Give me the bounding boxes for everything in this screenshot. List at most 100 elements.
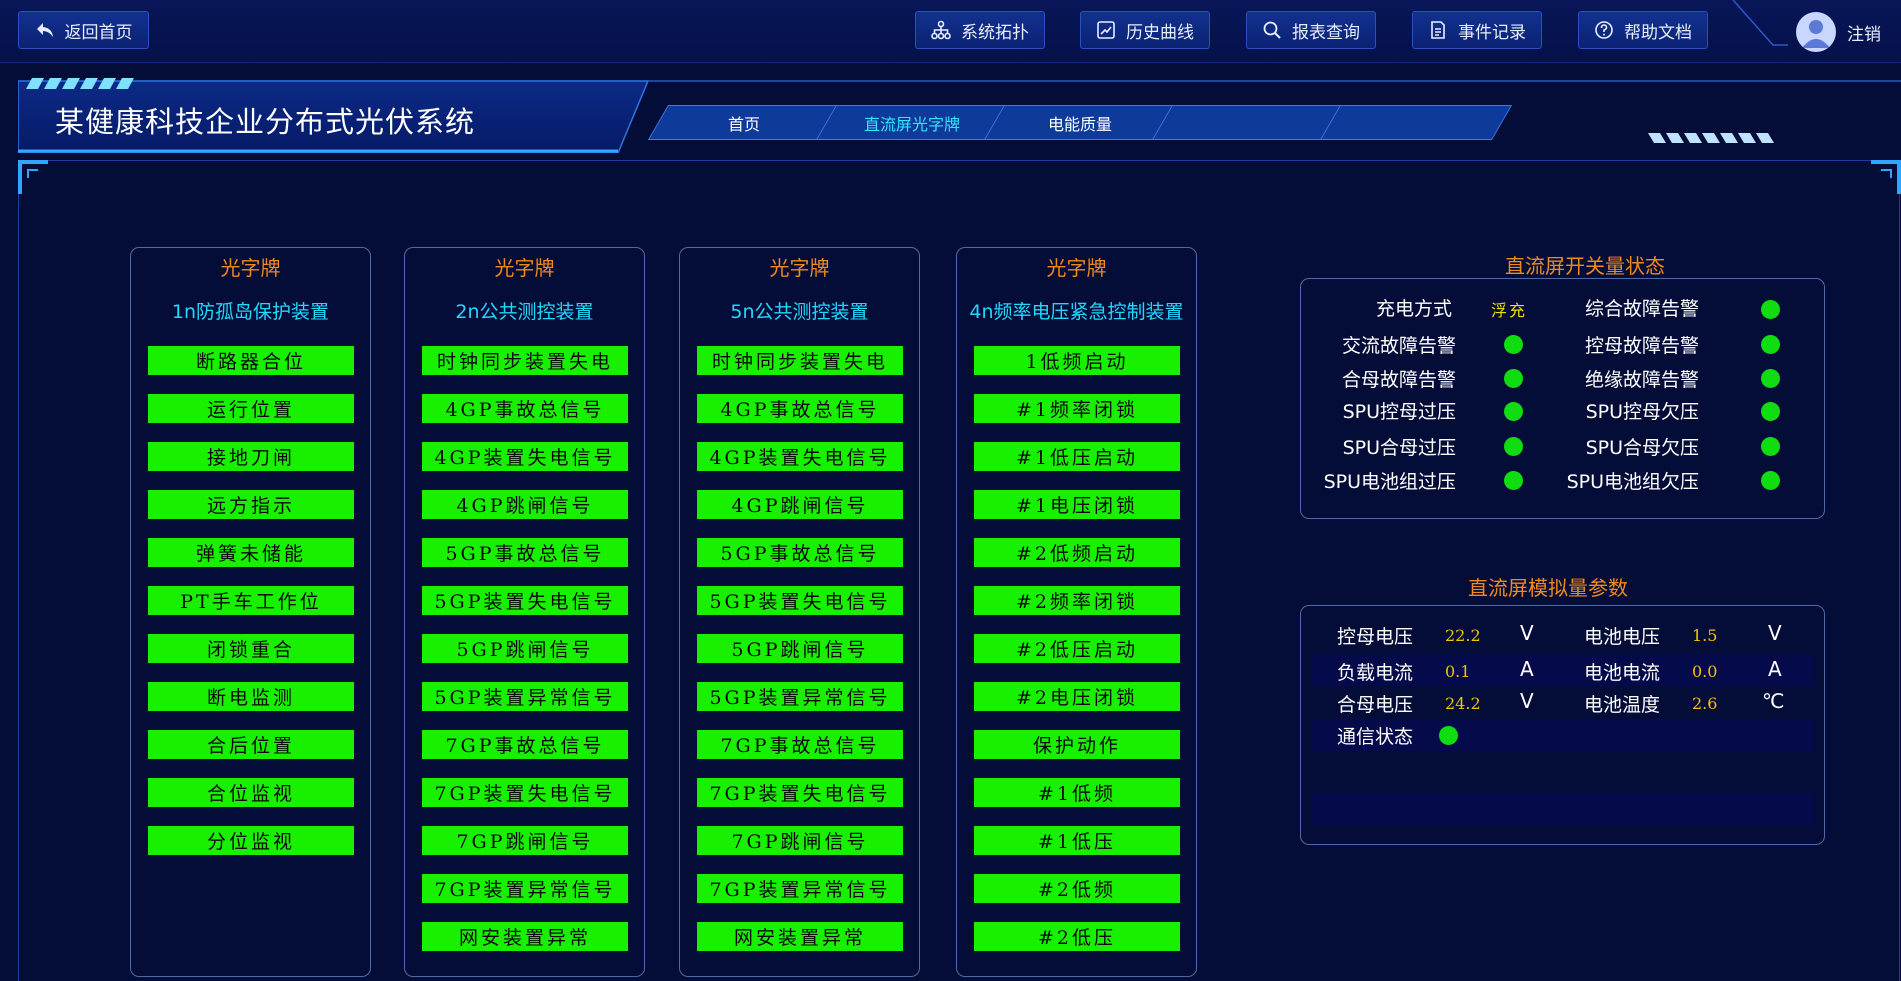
switch-status-panel: 充电方式 浮充 交流故障告警 合母故障告警 SPU控母过压 SPU合母过压 SP… [1300,278,1825,519]
signal-indicator: 时钟同步装置失电 [697,346,903,375]
help-icon [1595,21,1613,39]
param-value: 0.1 [1445,662,1471,681]
signal-indicator: 7GP装置异常信号 [697,874,903,903]
param-unit: A [1768,657,1782,681]
param-label: 控母电压 [1337,626,1414,648]
back-home-label: 返回首页 [64,22,133,43]
signal-indicator: #1低压启动 [974,442,1180,471]
tab-empty-1[interactable] [1151,105,1345,140]
param-unit: V [1520,689,1534,713]
param-value: 22.2 [1445,626,1481,645]
column-subtitle: 4n频率电压紧急控制装置 [969,301,1184,323]
status-indicator [1761,300,1780,319]
switch-label: 交流故障告警 [1341,335,1456,357]
param-unit: ℃ [1762,689,1785,713]
switch-label: 综合故障告警 [1584,298,1699,320]
signal-indicator: 断路器合位 [148,346,354,375]
signal-indicator: 时钟同步装置失电 [422,346,628,375]
signal-column-4n: 光字牌 4n频率电压紧急控制装置 1低频启动 #1频率闭锁 #1低压启动 #1电… [956,247,1197,977]
signal-indicator: #2低频 [974,874,1180,903]
signal-indicator: #1低压 [974,826,1180,855]
comm-status-label: 通信状态 [1337,726,1414,748]
history-curve-label: 历史曲线 [1126,22,1194,43]
signal-indicator: 网安装置异常 [697,922,903,951]
param-label: 负载电流 [1337,662,1414,684]
tab-power-quality[interactable]: 电能质量 [983,105,1177,140]
help-doc-label: 帮助文档 [1624,22,1692,43]
signal-indicator: 5GP跳闸信号 [422,634,628,663]
report-query-label: 报表查询 [1292,22,1360,43]
analog-panel-title: 直流屏模拟量参数 [1468,576,1628,600]
switch-label: SPU电池组欠压 [1566,471,1699,493]
signal-indicator: PT手车工作位 [148,586,354,615]
tab-empty-2[interactable] [1319,105,1513,140]
signal-indicator: 4GP跳闸信号 [422,490,628,519]
signal-indicator: 5GP装置失电信号 [697,586,903,615]
param-unit: V [1768,621,1782,645]
signal-indicator: 5GP跳闸信号 [697,634,903,663]
signal-indicator: #2低频启动 [974,538,1180,567]
status-indicator [1761,369,1780,388]
signal-indicator: 合后位置 [148,730,354,759]
help-doc-button[interactable]: 帮助文档 [1578,11,1708,49]
history-curve-button[interactable]: 历史曲线 [1080,11,1210,49]
param-label: 电池温度 [1584,694,1661,716]
signal-indicator: #1频率闭锁 [974,394,1180,423]
frame-corner-decoration [18,160,1901,194]
signal-indicator: 7GP装置失电信号 [697,778,903,807]
signal-indicator: 4GP装置失电信号 [697,442,903,471]
status-indicator [1761,402,1780,421]
report-query-button[interactable]: 报表查询 [1246,11,1376,49]
param-label: 合母电压 [1337,694,1414,716]
signal-indicator: 4GP事故总信号 [422,394,628,423]
signal-indicator: #2频率闭锁 [974,586,1180,615]
signal-indicator: 保护动作 [974,730,1180,759]
signal-indicator: 4GP事故总信号 [697,394,903,423]
logout-link[interactable]: 注销 [1847,20,1881,45]
param-label: 电池电压 [1584,626,1661,648]
back-home-button[interactable]: 返回首页 [18,11,149,49]
tab-dc-panel-signals[interactable]: 直流屏光字牌 [815,105,1009,140]
signal-indicator: 7GP事故总信号 [422,730,628,759]
tab-home[interactable]: 首页 [647,105,841,140]
comm-status-indicator [1439,726,1458,745]
signal-indicator: #1电压闭锁 [974,490,1180,519]
signal-indicator: 7GP装置失电信号 [422,778,628,807]
switch-label: 合母故障告警 [1341,369,1456,391]
switch-panel-title: 直流屏开关量状态 [1505,254,1665,278]
switch-label: SPU电池组过压 [1323,471,1456,493]
switch-label: SPU合母欠压 [1585,437,1699,459]
topology-button[interactable]: 系统拓扑 [915,11,1045,49]
event-log-button[interactable]: 事件记录 [1412,11,1542,49]
status-indicator [1761,335,1780,354]
signal-column-2n: 光字牌 2n公共测控装置 时钟同步装置失电 4GP事故总信号 4GP装置失电信号… [404,247,645,977]
tab-home-label: 首页 [727,114,760,134]
switch-label: 绝缘故障告警 [1584,369,1699,391]
signal-indicator: 断电监测 [148,682,354,711]
signal-indicator: 4GP装置失电信号 [422,442,628,471]
signal-indicator: 5GP装置失电信号 [422,586,628,615]
switch-label: 控母故障告警 [1584,335,1699,357]
signal-indicator: 接地刀闸 [148,442,354,471]
status-indicator [1761,471,1780,490]
tab-power-quality-label: 电能质量 [1047,114,1112,134]
signal-indicator: 合位监视 [148,778,354,807]
column-title: 光字牌 [220,256,281,280]
signal-indicator: 7GP跳闸信号 [697,826,903,855]
signal-indicator: 5GP事故总信号 [697,538,903,567]
signal-indicator: 7GP跳闸信号 [422,826,628,855]
signal-indicator: 5GP事故总信号 [422,538,628,567]
signal-indicator: 5GP装置异常信号 [697,682,903,711]
signal-indicator: 分位监视 [148,826,354,855]
column-subtitle: 1n防孤岛保护装置 [171,301,330,323]
signal-indicator: 7GP装置异常信号 [422,874,628,903]
document-icon [1431,21,1445,39]
avatar[interactable] [1796,12,1836,52]
column-title: 光字牌 [494,256,555,280]
column-subtitle: 5n公共测控装置 [730,301,869,323]
signal-indicator: 闭锁重合 [148,634,354,663]
charge-mode-label: 充电方式 [1375,298,1452,320]
signal-indicator: #2低压 [974,922,1180,951]
user-area-decoration [1732,0,1788,46]
tab-dc-panel-signals-label: 直流屏光字牌 [863,114,960,134]
